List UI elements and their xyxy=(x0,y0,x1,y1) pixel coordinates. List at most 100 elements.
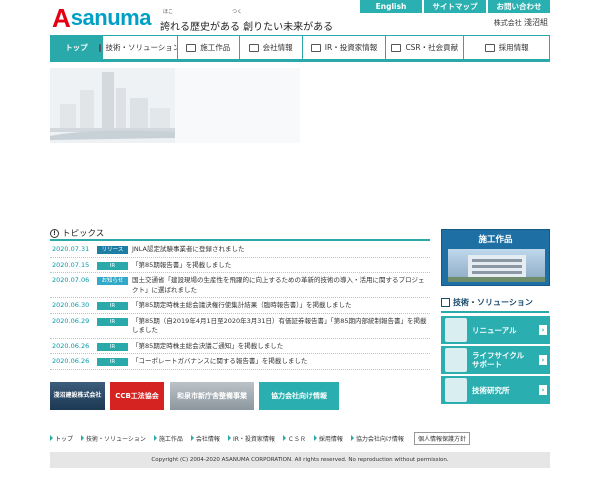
topic-row[interactable]: 2020.06.30 IR 「第85期定時株主総会議決権行使集計結果（臨時報告書… xyxy=(50,298,430,314)
topic-badge: IR xyxy=(97,342,128,351)
nav-underline xyxy=(50,60,550,62)
footer-link-company[interactable]: 会社情報 xyxy=(191,434,220,443)
topic-text[interactable]: 「第85期定時株主総会決議ご通知」を掲載しました xyxy=(132,342,430,352)
topics-list: 2020.07.31 リリース JNLA認定試験事業者に登録されました 2020… xyxy=(50,242,430,370)
topic-row[interactable]: 2020.06.26 IR 「第85期定時株主総会決議ご通知」を掲載しました xyxy=(50,339,430,354)
topic-date: 2020.07.31 xyxy=(52,245,90,253)
topic-text[interactable]: 「第85期報告書」を掲載しました xyxy=(132,261,430,271)
topic-text[interactable]: 国土交通省「建設現場の生産性を飛躍的に向上するための革新的技術の導入・活用に関す… xyxy=(132,276,430,295)
solutions-rule xyxy=(441,311,549,313)
hero-image-secondary xyxy=(175,68,300,143)
nav-item-solutions[interactable]: 技術・ソリューション xyxy=(99,36,180,59)
chart-icon xyxy=(310,43,321,52)
topics-title: ! トピックス xyxy=(50,227,104,239)
topic-text[interactable]: 「第85期（自2019年4月1日至2020年3月31日）有価証券報告書」「第85… xyxy=(132,317,430,336)
company-name: 株式会社 淺沼組 xyxy=(494,17,548,28)
building-photo xyxy=(448,249,545,282)
banner-partners[interactable]: 協力会社向け情報 xyxy=(259,382,339,410)
site-logo[interactable]: A sanuma xyxy=(52,3,152,33)
english-button[interactable]: English xyxy=(360,0,422,13)
topic-text[interactable]: 「第85期定時株主総会議決権行使集計結果（臨時報告書）」を掲載しました xyxy=(132,301,430,311)
footer-link-csr[interactable]: ＣＳＲ xyxy=(283,434,306,443)
solutions-title: 技術・ソリューション xyxy=(441,297,533,308)
renewal-thumbnail xyxy=(445,318,467,342)
footer-link-top[interactable]: トップ xyxy=(50,434,73,443)
works-banner[interactable]: 施工作品 xyxy=(441,229,550,286)
footer-links: トップ 技術・ソリューション 施工作品 会社情報 IR・投資家情報 ＣＳＲ 採用… xyxy=(50,431,550,445)
privacy-policy-link[interactable]: 個人情報保護方針 xyxy=(413,431,470,445)
solutions-title-text: 技術・ソリューション xyxy=(453,298,533,307)
sitemap-button[interactable]: サイトマップ xyxy=(424,0,486,13)
building-icon xyxy=(186,43,197,52)
info-icon: ! xyxy=(50,228,59,238)
topic-date: 2020.06.26 xyxy=(52,341,90,350)
renewal-button[interactable]: リニューアル › xyxy=(441,316,550,344)
nav-item-ir[interactable]: IR・投資家情報 xyxy=(301,36,386,59)
nav-label-ir: IR・投資家情報 xyxy=(324,43,378,52)
topics-title-text: トピックス xyxy=(62,229,105,239)
contact-button[interactable]: お問い合わせ xyxy=(488,0,550,13)
footer-link-works[interactable]: 施工作品 xyxy=(154,434,183,443)
banner-asanuma-kensetsu[interactable]: 淺沼建設株式会社 xyxy=(50,382,105,410)
footer-link-partners[interactable]: 協力会社向け情報 xyxy=(351,434,404,443)
research-lab-button[interactable]: 技術研究所 › xyxy=(441,376,550,404)
cityscape-illustration xyxy=(50,68,175,143)
topic-row[interactable]: 2020.07.06 お知らせ 国土交通省「建設現場の生産性を飛躍的に向上するた… xyxy=(50,273,430,298)
works-banner-title: 施工作品 xyxy=(478,235,513,245)
topic-text[interactable]: 「コーポレートガバナンスに関する報告書」を掲載しました xyxy=(132,357,430,367)
nav-label-works: 施工作品 xyxy=(200,43,231,52)
topic-date: 2020.07.15 xyxy=(52,260,90,269)
chevron-right-icon: › xyxy=(539,355,547,365)
tagline-text: 誇れる歴史がある 創りたい未来がある xyxy=(160,22,334,33)
lifecycle-label: ライフサイクル サポート xyxy=(472,351,525,369)
chevron-right-icon: › xyxy=(539,385,547,395)
renewal-label: リニューアル xyxy=(472,325,517,335)
topic-date: 2020.06.26 xyxy=(52,357,90,365)
nav-label-company: 会社情報 xyxy=(262,43,293,52)
leaf-icon xyxy=(391,43,402,52)
nav-item-top[interactable]: トップ xyxy=(50,36,102,59)
topic-badge: IR xyxy=(97,317,128,326)
tagline-ruby-tsuku: つく xyxy=(232,9,243,15)
tagline-ruby-hoko: ほこ xyxy=(163,9,174,15)
topic-badge: IR xyxy=(97,261,128,270)
topic-badge: IR xyxy=(97,302,128,310)
top-buttons: English サイトマップ お問い合わせ xyxy=(360,0,550,13)
topic-date: 2020.06.29 xyxy=(52,316,90,325)
lifecycle-button[interactable]: ライフサイクル サポート › xyxy=(441,346,550,374)
logo-a: A xyxy=(52,3,71,33)
wrench-icon xyxy=(441,298,450,307)
nav-item-csr[interactable]: CSR・社会貢献 xyxy=(385,36,464,59)
footer-link-solutions[interactable]: 技術・ソリューション xyxy=(81,434,146,443)
office-icon xyxy=(248,43,259,52)
banner-row: 淺沼建設株式会社 CCB工法協会 和泉市新庁舎整備事業 協力会社向け情報 xyxy=(50,382,340,410)
topic-badge: IR xyxy=(97,358,128,366)
nav-label-top: トップ xyxy=(65,43,88,52)
copyright: Copyright (C) 2004-2020 ASANUMA CORPORAT… xyxy=(50,452,550,468)
topic-date: 2020.06.30 xyxy=(52,301,90,309)
nav-label-recruit: 採用情報 xyxy=(498,43,529,52)
nav-label-csr: CSR・社会貢献 xyxy=(405,43,459,52)
footer-link-recruit[interactable]: 採用情報 xyxy=(314,434,343,443)
banner-izumi[interactable]: 和泉市新庁舎整備事業 xyxy=(170,382,254,410)
topic-row[interactable]: 2020.07.31 リリース JNLA認定試験事業者に登録されました xyxy=(50,242,430,258)
banner-ccb[interactable]: CCB工法協会 xyxy=(110,382,164,410)
nav-item-works[interactable]: 施工作品 xyxy=(176,36,239,59)
research-label: 技術研究所 xyxy=(472,385,510,395)
nav-item-company[interactable]: 会社情報 xyxy=(238,36,302,59)
global-nav: トップ 技術・ソリューション 施工作品 会社情報 IR・投資家情報 CSR・社会… xyxy=(50,35,550,60)
wrench-icon xyxy=(99,43,102,52)
topic-text[interactable]: JNLA認定試験事業者に登録されました xyxy=(132,245,430,255)
topics-rule xyxy=(50,239,430,241)
research-thumbnail xyxy=(445,378,467,402)
topic-date: 2020.07.06 xyxy=(52,276,90,284)
topic-row[interactable]: 2020.06.29 IR 「第85期（自2019年4月1日至2020年3月31… xyxy=(50,314,430,339)
topic-row[interactable]: 2020.07.15 IR 「第85期報告書」を掲載しました xyxy=(50,258,430,273)
topic-row[interactable]: 2020.06.26 IR 「コーポレートガバナンスに関する報告書」を掲載しまし… xyxy=(50,354,430,370)
tagline: ほこ つく 誇れる歴史がある 創りたい未来がある xyxy=(160,9,360,33)
logo-wordmark: sanuma xyxy=(70,5,152,30)
lifecycle-thumbnail xyxy=(445,348,467,372)
footer-link-ir[interactable]: IR・投資家情報 xyxy=(228,434,275,443)
nav-item-recruit[interactable]: 採用情報 xyxy=(463,36,549,59)
company-prefix: 株式会社 xyxy=(493,19,522,27)
